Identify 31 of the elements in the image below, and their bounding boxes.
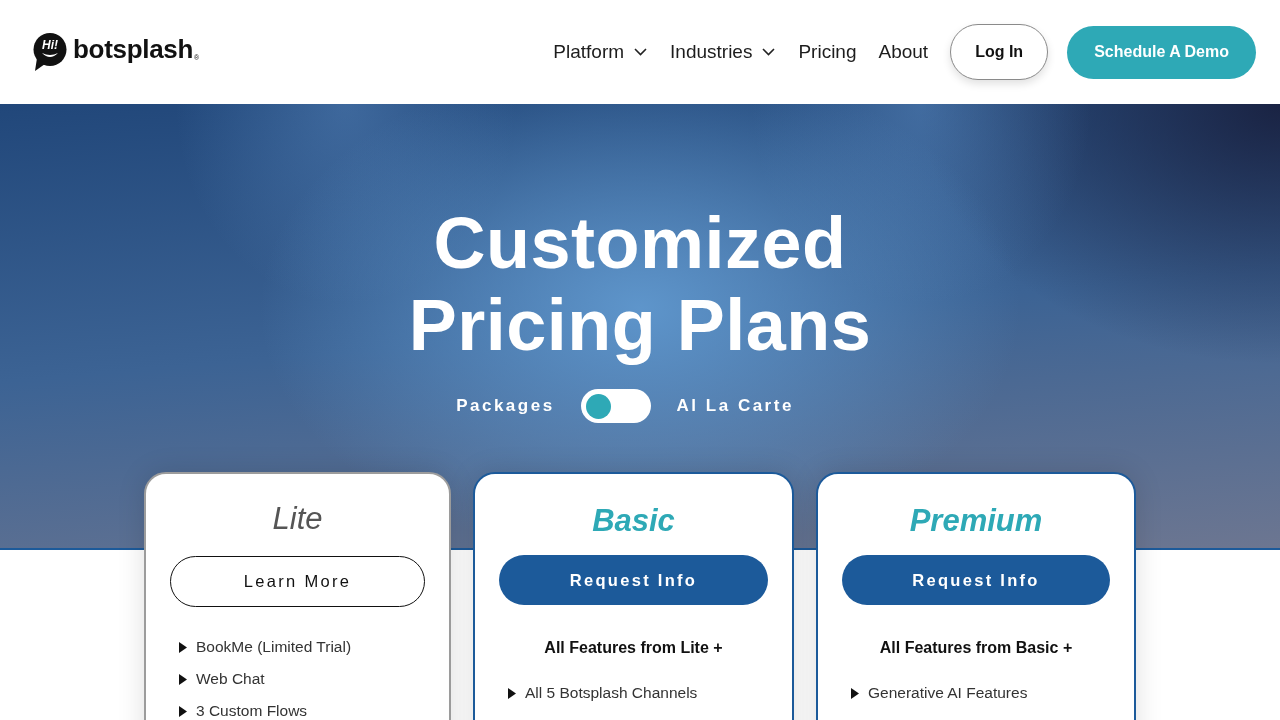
feature-text: BookMe (Limited Trial): [196, 638, 352, 656]
toggle-label: Al La Carte: [676, 396, 794, 416]
triangle-bullet-icon: [851, 687, 859, 699]
nav-link[interactable]: About: [878, 41, 929, 63]
plan-toggle[interactable]: [580, 389, 651, 423]
chevron-down-icon: [634, 48, 648, 56]
feature-text: Web Chat: [196, 670, 265, 688]
features-heading: All Features from Lite +: [543, 638, 724, 658]
nav-link[interactable]: Platform: [553, 41, 648, 63]
plan-name: Basic: [591, 502, 676, 540]
hero-title: Customized Pricing Plans: [407, 202, 873, 366]
toggle-label: Packages: [456, 396, 555, 416]
nav-link[interactable]: Industries: [670, 41, 776, 63]
triangle-bullet-icon: [179, 705, 187, 717]
chevron-down-icon: [762, 48, 776, 56]
nav-link[interactable]: Pricing: [798, 41, 857, 63]
feature-text: Generative AI Features: [868, 684, 1028, 702]
request-info-button[interactable]: Request Info: [842, 555, 1110, 605]
logo-wordmark: botsplash: [73, 36, 194, 66]
plan-name: Premium: [908, 502, 1044, 540]
plan-name: Lite: [271, 500, 324, 538]
feature-text: 3 Custom Flows: [196, 702, 308, 720]
login-button[interactable]: Log In: [950, 24, 1049, 80]
features-heading: All Features from Basic +: [878, 638, 1074, 658]
learn-more-button[interactable]: Learn More: [170, 556, 425, 607]
triangle-bullet-icon: [179, 673, 187, 685]
request-info-button[interactable]: Request Info: [499, 555, 768, 605]
feature-text: All 5 Botsplash Channels: [525, 684, 698, 702]
triangle-bullet-icon: [508, 687, 516, 699]
triangle-bullet-icon: [179, 641, 187, 653]
logo-mark: Hi!: [33, 33, 67, 71]
